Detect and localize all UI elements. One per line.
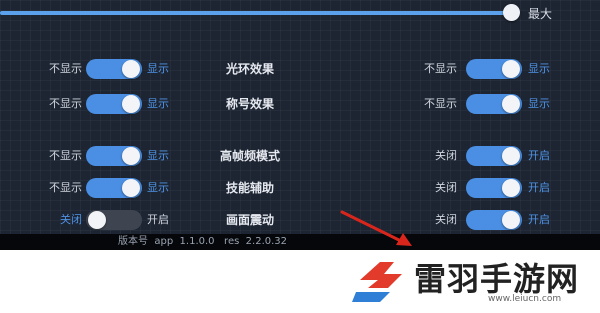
site-watermark: 雷羽手游网 www.leiucn.com [346,252,596,310]
brand-logo-icon [352,262,402,302]
brand-url: www.leiucn.com [488,294,562,304]
